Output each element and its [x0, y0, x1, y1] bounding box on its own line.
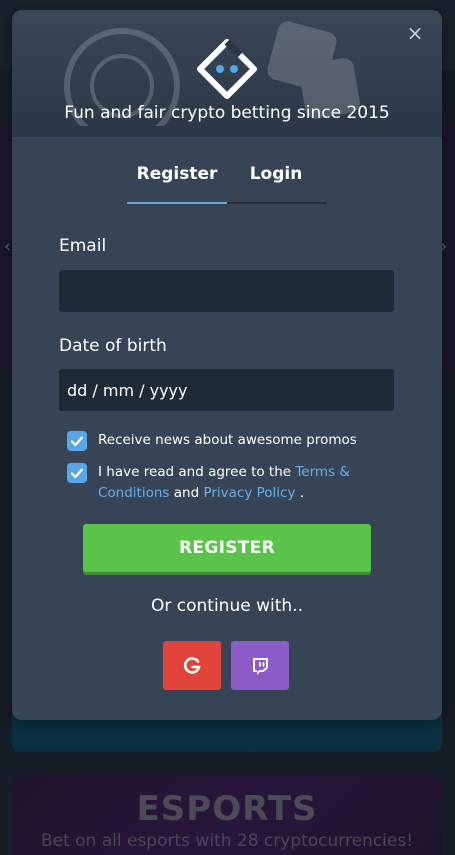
modal-header: Fun and fair crypto betting since 2015 × [12, 10, 442, 137]
tab-register-label: Register [136, 164, 218, 184]
tab-login[interactable]: Login [227, 164, 325, 204]
auth-tabs: Register Login [127, 162, 327, 204]
terms-middle: and [169, 485, 204, 501]
or-continue-text: Or continue with.. [151, 596, 303, 616]
terms-suffix: . [295, 485, 305, 501]
privacy-link[interactable]: Privacy Policy [203, 485, 295, 501]
promos-checkbox[interactable] [67, 431, 87, 451]
terms-checkbox-label: I have read and agree to the Terms & Con… [98, 462, 368, 504]
logo-icon [197, 39, 257, 99]
tab-register[interactable]: Register [127, 164, 227, 204]
email-label: Email [59, 236, 107, 256]
terms-checkbox[interactable] [67, 463, 87, 483]
twitch-icon [253, 657, 268, 675]
register-button[interactable]: REGISTER [83, 524, 371, 572]
close-icon[interactable]: × [406, 23, 424, 43]
dob-label: Date of birth [59, 336, 167, 356]
twitch-login-button[interactable] [231, 641, 289, 690]
register-modal: Fun and fair crypto betting since 2015 ×… [12, 10, 442, 720]
terms-prefix: I have read and agree to the [98, 464, 296, 480]
promos-checkbox-label: Receive news about awesome promos [98, 432, 357, 448]
active-tab-indicator [127, 202, 227, 204]
google-g-icon [183, 656, 201, 674]
dob-field[interactable] [59, 369, 394, 411]
google-login-button[interactable] [163, 641, 221, 690]
email-field[interactable] [59, 270, 394, 312]
tagline: Fun and fair crypto betting since 2015 [64, 103, 390, 123]
tab-login-label: Login [249, 164, 303, 184]
